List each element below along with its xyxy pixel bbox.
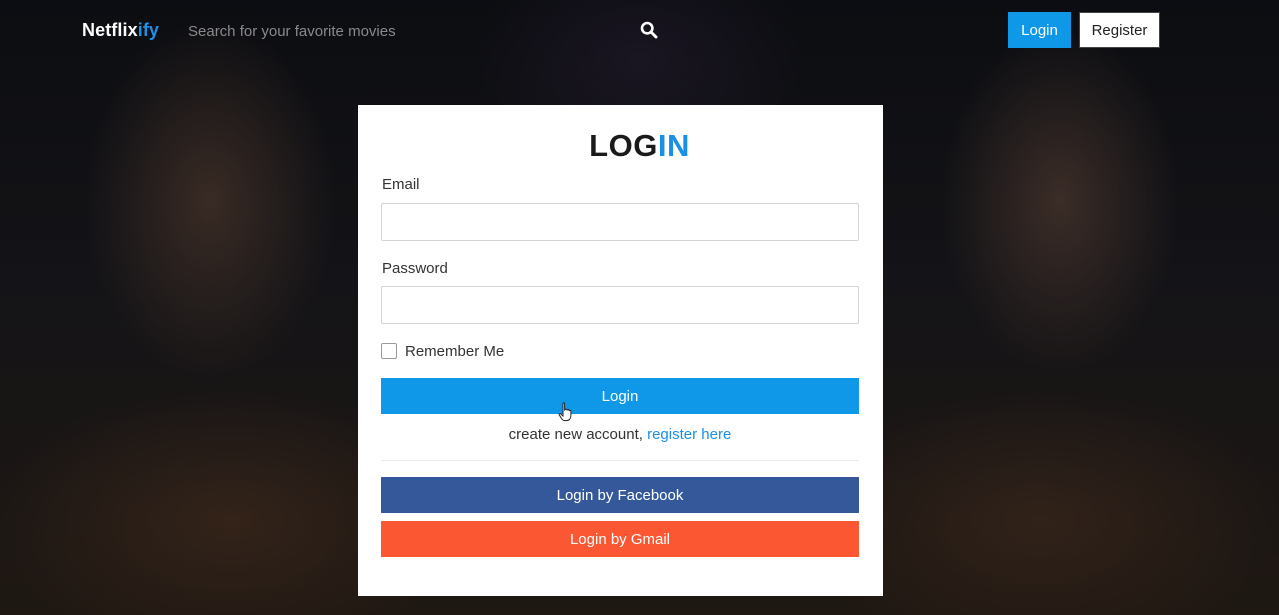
login-title: LOGIN <box>0 128 1279 164</box>
login-facebook-button[interactable]: Login by Facebook <box>381 477 859 513</box>
password-label: Password <box>382 260 448 277</box>
divider <box>381 460 859 461</box>
brand-logo[interactable]: Netflixify <box>82 20 159 41</box>
search-input[interactable] <box>188 18 628 44</box>
remember-me-label[interactable]: Remember Me <box>405 343 504 360</box>
search-icon[interactable] <box>640 21 658 39</box>
brand-name-main: Netflix <box>82 20 138 40</box>
navbar: Netflixify Login Register <box>0 0 1279 62</box>
email-label: Email <box>382 176 420 193</box>
email-field[interactable] <box>381 203 859 241</box>
login-title-dark: LOG <box>589 128 658 163</box>
login-gmail-button[interactable]: Login by Gmail <box>381 521 859 557</box>
remember-me-checkbox[interactable] <box>381 343 397 359</box>
brand-name-accent: ify <box>137 20 160 40</box>
nav-register-button[interactable]: Register <box>1079 12 1160 48</box>
register-here-link[interactable]: register here <box>647 426 731 443</box>
nav-login-button[interactable]: Login <box>1008 12 1071 48</box>
login-submit-button[interactable]: Login <box>381 378 859 414</box>
register-prompt: create new account, register here <box>381 426 859 443</box>
password-field[interactable] <box>381 286 859 324</box>
login-title-blue: IN <box>657 128 690 163</box>
register-prompt-text: create new account, <box>508 426 648 443</box>
